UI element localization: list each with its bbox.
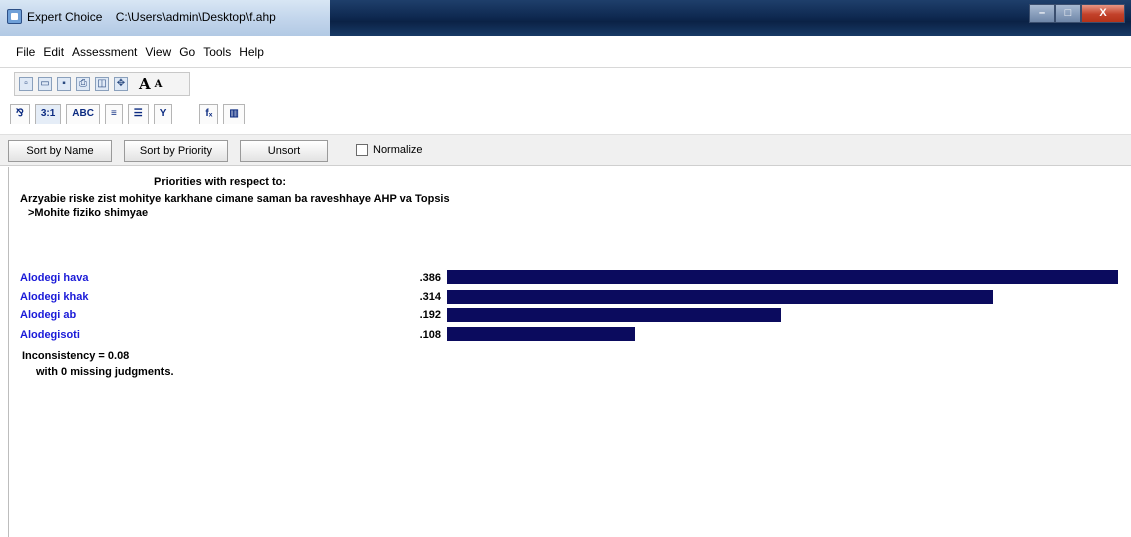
title-bar: Expert Choice C:\Users\admin\Desktop\f.a… [0, 0, 1131, 36]
window-controls: – □ X [1029, 4, 1125, 24]
normalize-label: Normalize [373, 144, 423, 156]
missing-judgments: with 0 missing judgments. [36, 366, 174, 378]
sort-by-priority-button[interactable]: Sort by Priority [124, 140, 228, 162]
view-toolbar: ⅋ 3:1 ABC ≡ ☰ Y fₓ ▥ [10, 102, 310, 126]
synthesis-tab[interactable]: Y [153, 104, 173, 124]
priority-bar [447, 270, 1118, 284]
node-label: >Mohite fiziko shimyae [28, 207, 149, 219]
sort-bar: Sort by Name Sort by Priority Unsort Nor… [0, 134, 1131, 166]
menu-file[interactable]: File [16, 45, 35, 59]
app-name: Expert Choice [27, 10, 103, 24]
unsort-button[interactable]: Unsort [240, 140, 328, 162]
priority-bar [447, 290, 993, 304]
alternative-value: .386 [419, 272, 441, 284]
decrease-font-icon[interactable]: A [155, 79, 163, 90]
menu-bar: File Edit Assessment View Go Tools Help [0, 36, 1131, 68]
menu-view[interactable]: View [145, 45, 171, 59]
alternative-label[interactable]: Alodegi hava [20, 272, 88, 284]
alternative-value: .108 [419, 329, 441, 341]
file-path: C:\Users\admin\Desktop\f.ahp [115, 10, 276, 24]
inconsistency-ratio: Inconsistency = 0.08 [22, 350, 130, 362]
report-area [0, 167, 1131, 537]
print-preview-icon[interactable]: ◫ [95, 77, 109, 91]
new-file-icon[interactable]: ▫ [19, 77, 33, 91]
formula-tab[interactable]: fₓ [199, 104, 219, 124]
alternative-value: .314 [419, 291, 441, 303]
menu-assessment[interactable]: Assessment [72, 45, 137, 59]
save-icon[interactable]: ▪ [57, 77, 71, 91]
tree-view-tab[interactable]: ⅋ [10, 104, 30, 124]
menu-edit[interactable]: Edit [43, 45, 64, 59]
numerical-comparison-tab[interactable]: 3:1 [34, 104, 62, 124]
increase-font-icon[interactable]: A [139, 75, 151, 93]
priorities-tab[interactable]: ☰ [127, 104, 149, 124]
menu-go[interactable]: Go [179, 45, 195, 59]
alternative-label[interactable]: Alodegisoti [20, 329, 80, 341]
sort-by-name-button[interactable]: Sort by Name [8, 140, 112, 162]
normalize-option[interactable]: Normalize [356, 144, 423, 156]
app-icon[interactable] [7, 9, 22, 24]
goal-label: Arzyabie riske zist mohitye karkhane cim… [20, 193, 450, 205]
menu-help[interactable]: Help [239, 45, 264, 59]
alternative-label[interactable]: Alodegi ab [20, 309, 76, 321]
alternative-label[interactable]: Alodegi khak [20, 291, 88, 303]
report-left-border [8, 167, 9, 537]
menu-tools[interactable]: Tools [203, 45, 231, 59]
navigate-icon[interactable]: ✥ [114, 77, 128, 91]
data-grid-tab[interactable]: ▥ [223, 104, 245, 124]
verbal-comparison-tab[interactable]: ABC [66, 104, 100, 124]
standard-toolbar: ▫ ▭ ▪ ⎙ ◫ ✥ A A [14, 72, 190, 96]
priority-bar [447, 308, 781, 322]
window-title: Expert Choice C:\Users\admin\Desktop\f.a… [27, 10, 276, 24]
maximize-button[interactable]: □ [1055, 4, 1081, 23]
minimize-button[interactable]: – [1029, 4, 1055, 23]
close-button[interactable]: X [1081, 4, 1125, 23]
print-icon[interactable]: ⎙ [76, 77, 90, 91]
alternative-value: .192 [419, 309, 441, 321]
priority-bar [447, 327, 635, 341]
open-folder-icon[interactable]: ▭ [38, 77, 52, 91]
graphical-comparison-tab[interactable]: ≡ [104, 104, 123, 124]
normalize-checkbox[interactable] [356, 144, 368, 156]
report-heading: Priorities with respect to: [154, 176, 287, 188]
